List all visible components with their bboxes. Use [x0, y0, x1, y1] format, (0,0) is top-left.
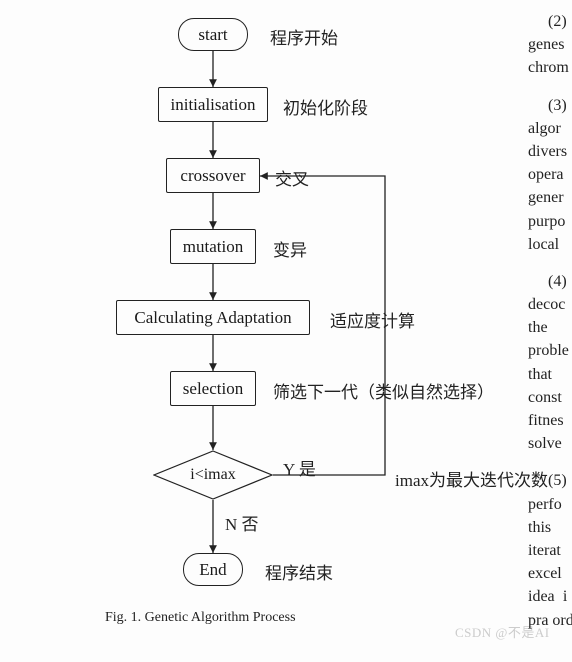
- annot-selection: 筛选下一代（类似自然选择）: [273, 378, 494, 403]
- annot-decision-n: N 否: [225, 510, 259, 535]
- node-selection-label: selection: [183, 379, 243, 399]
- annot-calc: 适应度计算: [330, 307, 415, 332]
- annot-decision-right: imax为最大迭代次数: [395, 466, 548, 491]
- side-p4: (5) perfo this t iterat excel idea i in …: [528, 469, 572, 631]
- annot-crossover: 交叉: [275, 165, 309, 190]
- node-crossover-label: crossover: [180, 166, 245, 186]
- node-start: start: [178, 18, 248, 51]
- figure-caption: Fig. 1. Genetic Algorithm Process: [105, 610, 296, 626]
- annot-mutation: 变异: [273, 236, 307, 261]
- node-end-label: End: [199, 560, 226, 580]
- side-p2: (3) algor divers opera gener purpo local: [528, 94, 572, 256]
- flowchart-canvas: start 程序开始 initialisation 初始化阶段 crossove…: [0, 0, 572, 662]
- annot-init: 初始化阶段: [283, 94, 368, 119]
- annot-end: 程序结束: [265, 559, 333, 584]
- node-init: initialisation: [158, 87, 268, 122]
- node-end: End: [183, 553, 243, 586]
- node-decision: i<imax: [153, 450, 273, 500]
- node-start-label: start: [198, 25, 227, 45]
- side-p3: (4) decoc the in proble that const fitne…: [528, 270, 572, 456]
- node-selection: selection: [170, 371, 256, 406]
- annot-start: 程序开始: [270, 24, 338, 49]
- node-crossover: crossover: [166, 158, 260, 193]
- node-mutation: mutation: [170, 229, 256, 264]
- annot-decision-y: Y 是: [283, 455, 316, 480]
- node-mutation-label: mutation: [183, 237, 243, 257]
- side-p1: (2) genes chrom: [528, 10, 572, 80]
- node-decision-label: i<imax: [190, 466, 235, 484]
- node-init-label: initialisation: [171, 95, 256, 115]
- side-text: (2) genes chrom (3) algor divers opera g…: [528, 10, 572, 646]
- node-calc-label: Calculating Adaptation: [134, 308, 291, 328]
- node-calc: Calculating Adaptation: [116, 300, 310, 335]
